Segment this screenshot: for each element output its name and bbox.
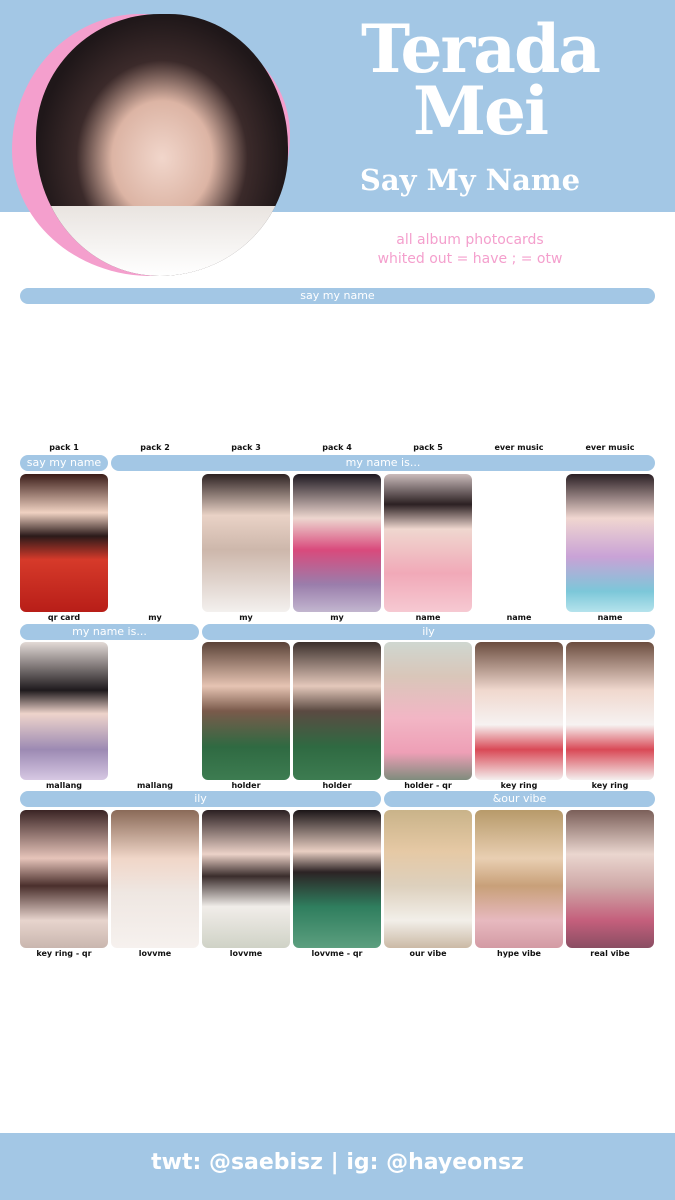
- card-label: my: [330, 613, 344, 622]
- photocard: [202, 810, 290, 948]
- row2-right-header: ily: [202, 624, 655, 640]
- photocard: [384, 642, 472, 780]
- row3-left-header: ily: [20, 791, 381, 807]
- card-label: our vibe: [409, 949, 447, 958]
- column-label: pack 2: [140, 443, 170, 452]
- album-subtitle: Say My Name: [359, 163, 581, 197]
- card-label: holder: [322, 781, 352, 790]
- card-label: my: [148, 613, 162, 622]
- row3-right-header: &our vibe: [384, 791, 655, 807]
- photocard: [475, 642, 563, 780]
- card-label: mallang: [45, 781, 83, 790]
- photocard: [20, 810, 108, 948]
- row1-left-header: say my name: [20, 455, 108, 471]
- description-line1: all album photocards: [396, 232, 544, 248]
- photocard: [293, 810, 381, 948]
- photocard: [202, 642, 290, 780]
- photocard: [20, 642, 108, 780]
- profile-photo-shirt: [36, 206, 288, 276]
- album-section-bar: say my name: [20, 288, 655, 304]
- card-label: lovvme - qr: [311, 949, 363, 958]
- column-label: ever music: [585, 443, 635, 452]
- photocard: [384, 474, 472, 612]
- photocard: [202, 474, 290, 612]
- card-label: my: [239, 613, 253, 622]
- card-label: name: [506, 613, 532, 622]
- photocard: [475, 810, 563, 948]
- photocard: [566, 642, 654, 780]
- card-label: qr card: [47, 613, 81, 622]
- footer-credits: twt: @saebisz | ig: @hayeonsz: [151, 1150, 524, 1175]
- photocard: [566, 810, 654, 948]
- row2-left-header: my name is...: [20, 624, 199, 640]
- card-label: name: [597, 613, 623, 622]
- photocard: [566, 474, 654, 612]
- card-label: mallang: [136, 781, 174, 790]
- profile-photo: [36, 14, 288, 276]
- photocard-owned: [111, 474, 199, 612]
- card-label: lovvme: [138, 949, 172, 958]
- card-label: key ring: [591, 781, 629, 790]
- card-label: key ring: [500, 781, 538, 790]
- photocard: [293, 642, 381, 780]
- title-line2: Mei: [412, 72, 549, 150]
- column-label: ever music: [494, 443, 544, 452]
- column-label: pack 1: [49, 443, 79, 452]
- card-label: hype vibe: [497, 949, 541, 958]
- column-label: pack 3: [231, 443, 261, 452]
- card-label: lovvme: [229, 949, 263, 958]
- card-label: holder: [231, 781, 261, 790]
- card-label: key ring - qr: [36, 949, 92, 958]
- column-label: pack 4: [322, 443, 352, 452]
- card-label: name: [415, 613, 441, 622]
- card-label: holder - qr: [404, 781, 452, 790]
- photocard-owned: [111, 642, 199, 780]
- photocard: [293, 474, 381, 612]
- description-line2: whited out = have ; = otw: [377, 251, 563, 267]
- photocard: [111, 810, 199, 948]
- photocard-owned: [475, 474, 563, 612]
- column-label: pack 5: [413, 443, 443, 452]
- photocard: [20, 474, 108, 612]
- row1-right-header: my name is...: [111, 455, 655, 471]
- photocard: [384, 810, 472, 948]
- card-label: real vibe: [590, 949, 630, 958]
